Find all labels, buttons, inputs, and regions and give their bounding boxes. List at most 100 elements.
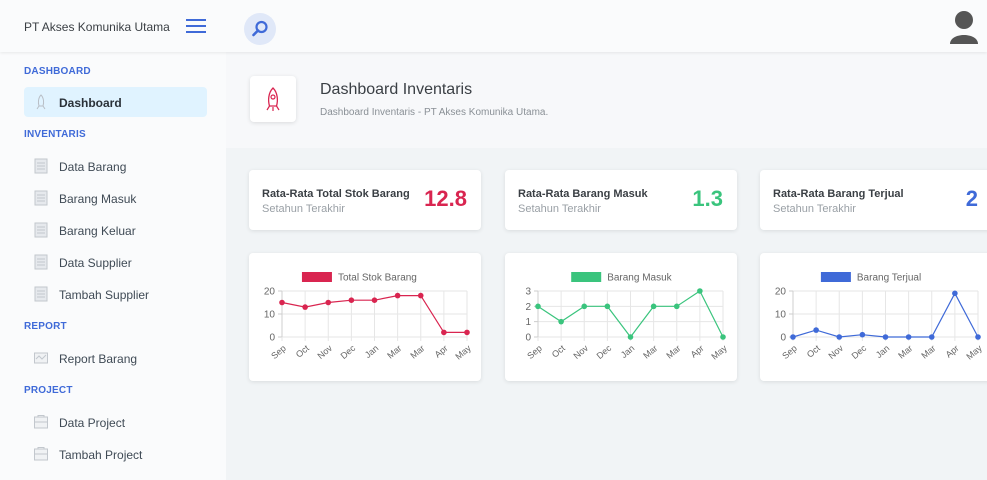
- data-point: [441, 329, 447, 336]
- x-tick-label: Apr: [944, 343, 961, 360]
- sidebar-item-label: Data Barang: [59, 160, 127, 174]
- sidebar-item-label: Data Supplier: [59, 256, 132, 270]
- stat-subtitle: Setahun Terakhir: [262, 203, 345, 215]
- x-tick-label: Sep: [525, 343, 544, 361]
- legend-label: Barang Masuk: [607, 273, 672, 284]
- x-tick-label: Jan: [619, 343, 637, 360]
- page-subtitle: Dashboard Inventaris - PT Akses Komunika…: [320, 107, 549, 118]
- x-tick-label: Mar: [385, 343, 403, 361]
- sidebar-item-barang-keluar[interactable]: Barang Keluar: [24, 215, 207, 245]
- document-icon: [34, 286, 48, 302]
- data-point: [279, 299, 285, 306]
- sidebar: DASHBOARD Dashboard INVENTARIS Data Bara…: [0, 52, 226, 480]
- x-tick-label: Jan: [874, 343, 892, 360]
- data-point: [464, 329, 470, 336]
- x-tick-label: Apr: [433, 343, 450, 360]
- x-tick-label: Nov: [826, 343, 845, 361]
- x-tick-label: Sep: [269, 343, 288, 361]
- y-tick-label: 3: [525, 287, 531, 298]
- line-chart-barang-masuk: Barang Masuk0123Sep Oct Nov Dec Jan Mar Mar Apr…: [525, 272, 729, 362]
- page-title-band: Dashboard Inventaris Dashboard Inventari…: [226, 52, 987, 148]
- stat-value: 12.8: [424, 186, 467, 211]
- data-point: [882, 334, 889, 340]
- y-tick-label: 0: [780, 333, 786, 344]
- sidebar-item-label: Dashboard: [59, 96, 122, 110]
- sidebar-item-tambah-project[interactable]: Tambah Project: [24, 439, 207, 469]
- page-title-icon-box: [250, 76, 296, 122]
- document-icon: [34, 190, 48, 206]
- rocket-icon: [36, 94, 46, 110]
- data-point: [604, 303, 611, 310]
- data-point: [417, 292, 424, 299]
- brand-area: PT Akses Komunika Utama: [0, 0, 226, 52]
- y-tick-label: 2: [525, 302, 531, 313]
- data-point: [928, 334, 935, 340]
- data-point: [558, 318, 564, 325]
- x-tick-label: Nov: [315, 343, 334, 361]
- section-report-title: REPORT: [24, 321, 67, 332]
- report-icon: [34, 352, 48, 364]
- data-point: [535, 303, 541, 310]
- hamburger-menu-icon[interactable]: [186, 19, 206, 33]
- folder-icon: [34, 447, 48, 461]
- legend-label: Total Stok Barang: [338, 273, 417, 284]
- x-tick-label: May: [709, 343, 729, 362]
- x-tick-label: Oct: [550, 343, 568, 360]
- search-button[interactable]: [244, 13, 276, 45]
- sidebar-item-label: Data Project: [59, 416, 126, 430]
- sidebar-item-data-barang[interactable]: Data Barang: [24, 151, 207, 181]
- x-tick-label: Mar: [641, 343, 659, 361]
- chart-card-barang-terjual: Barang Terjual 0 10 20 Sep Oct Nov Dec Jan Mar Mar…: [760, 253, 987, 381]
- data-point: [720, 334, 726, 340]
- sidebar-item-label: Report Barang: [59, 352, 138, 366]
- sidebar-item-barang-masuk[interactable]: Barang Masuk: [24, 183, 207, 213]
- x-tick-label: Oct: [294, 343, 312, 360]
- data-point: [325, 299, 332, 306]
- data-point: [836, 334, 843, 340]
- x-tick-label: Sep: [780, 343, 799, 361]
- chart-legend: Barang Terjual: [820, 272, 921, 284]
- x-tick-label: Mar: [896, 343, 914, 361]
- data-point: [302, 304, 308, 310]
- y-tick-label: 0: [525, 333, 531, 344]
- stat-title: Rata-Rata Barang Masuk: [518, 188, 648, 200]
- sidebar-item-data-project[interactable]: Data Project: [24, 407, 207, 437]
- data-point: [673, 303, 680, 310]
- y-tick-label: 1: [525, 317, 531, 328]
- legend-swatch: [301, 272, 332, 282]
- y-tick-label: 0: [269, 333, 275, 344]
- sidebar-item-dashboard[interactable]: Dashboard: [24, 87, 207, 117]
- stat-card-barang-masuk: Rata-Rata Barang Masuk Setahun Terakhir …: [505, 170, 737, 230]
- stat-subtitle: Setahun Terakhir: [773, 203, 856, 215]
- chart-card-barang-masuk: Barang Masuk 0 1 2 3 Sep Oct Nov Dec Jan Mar Mar Apr…: [505, 253, 737, 381]
- sidebar-item-label: Barang Keluar: [59, 224, 136, 238]
- data-point: [581, 303, 588, 310]
- section-inventaris-title: INVENTARIS: [24, 129, 86, 140]
- sidebar-item-label: Barang Masuk: [59, 192, 137, 206]
- y-tick-label: 10: [775, 310, 787, 321]
- folder-icon: [34, 415, 48, 429]
- data-point: [650, 303, 657, 310]
- legend-swatch: [820, 272, 851, 282]
- chart-card-total-stok: Total Stok Barang 0 10 20 Sep Oct Nov Dec Jan Mar…: [249, 253, 481, 381]
- sidebar-item-label: Tambah Supplier: [59, 288, 150, 302]
- stat-subtitle: Setahun Terakhir: [518, 203, 601, 215]
- stat-value: 1.3: [692, 186, 723, 211]
- user-avatar[interactable]: [949, 10, 979, 44]
- data-point: [348, 297, 355, 303]
- stat-value: 2: [965, 186, 978, 211]
- data-point: [975, 334, 981, 340]
- main-content: Dashboard Inventaris Dashboard Inventari…: [226, 52, 987, 480]
- x-tick-label: Oct: [805, 343, 823, 360]
- legend-label: Barang Terjual: [857, 273, 921, 284]
- data-point: [905, 334, 912, 340]
- document-icon: [34, 254, 48, 270]
- sidebar-item-tambah-supplier[interactable]: Tambah Supplier: [24, 279, 207, 309]
- x-tick-label: Apr: [689, 343, 706, 360]
- sidebar-item-report-barang[interactable]: Report Barang: [24, 343, 207, 373]
- x-tick-label: Dec: [595, 343, 614, 361]
- y-tick-label: 20: [775, 287, 787, 298]
- line-chart-barang-terjual: Barang Terjual01020Sep Oct Nov Dec Jan Mar Mar…: [775, 272, 984, 362]
- stat-card-barang-terjual: Rata-Rata Barang Terjual Setahun Terakhi…: [760, 170, 987, 230]
- sidebar-item-data-supplier[interactable]: Data Supplier: [24, 247, 207, 277]
